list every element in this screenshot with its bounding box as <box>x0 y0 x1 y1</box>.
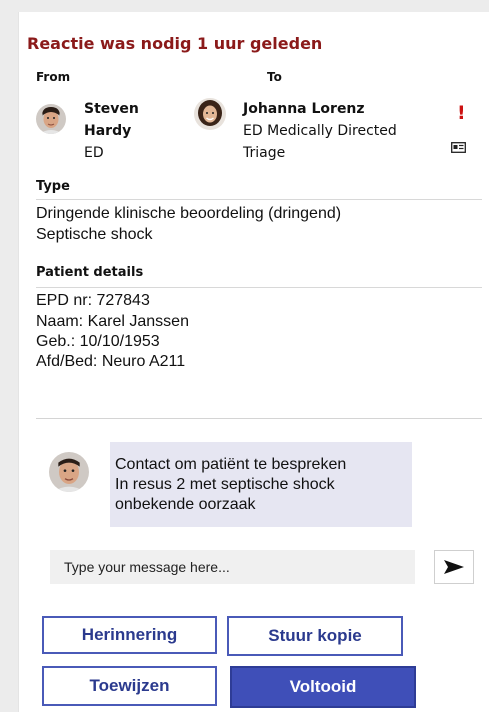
message-line: In resus 2 met septische shock <box>115 476 335 493</box>
patient-divider <box>36 287 482 288</box>
message-line: Contact om patiënt te bespreken <box>115 456 347 473</box>
response-due-title: Reactie was nodig 1 uur geleden <box>27 34 323 53</box>
assign-button[interactable]: Toewijzen <box>42 666 217 706</box>
type-title: Type <box>36 179 70 194</box>
type-line: Dringende klinische beoordeling (dringen… <box>36 205 342 222</box>
patient-line: Geb.: 10/10/1953 <box>36 333 160 350</box>
to-role-line2: Triage <box>243 145 286 161</box>
send-button[interactable] <box>434 550 474 584</box>
to-person: Johanna Lorenz ED Medically Directed Tri… <box>243 98 397 164</box>
task-card: Reactie was nodig 1 uur geleden From To … <box>18 12 489 712</box>
from-label: From <box>36 70 71 84</box>
from-name-last: Hardy <box>84 123 132 139</box>
id-card-icon[interactable] <box>451 138 466 157</box>
person-avatar-icon <box>49 452 89 492</box>
remind-button[interactable]: Herinnering <box>42 616 217 654</box>
to-avatar <box>194 98 226 130</box>
urgent-icon: ! <box>457 102 466 124</box>
from-department: ED <box>84 145 104 161</box>
conversation-divider <box>36 418 482 419</box>
complete-button[interactable]: Voltooid <box>230 666 416 708</box>
send-arrow-icon <box>444 560 464 574</box>
to-label: To <box>267 70 282 84</box>
to-name: Johanna Lorenz <box>243 101 365 117</box>
from-avatar <box>36 104 66 134</box>
message-bubble: Contact om patiënt te bespreken In resus… <box>110 442 412 527</box>
from-person: Steven Hardy ED <box>84 98 139 164</box>
send-copy-button[interactable]: Stuur kopie <box>227 616 403 656</box>
person-avatar-icon <box>194 98 226 130</box>
type-divider <box>36 199 482 200</box>
patient-details-title: Patient details <box>36 265 144 280</box>
patient-line: EPD nr: 727843 <box>36 292 150 309</box>
message-line: onbekende oorzaak <box>115 496 256 513</box>
patient-line: Naam: Karel Janssen <box>36 313 189 330</box>
person-avatar-icon <box>36 104 66 134</box>
message-input[interactable] <box>50 550 415 584</box>
to-role-line1: ED Medically Directed <box>243 123 397 139</box>
message-avatar <box>49 452 89 492</box>
type-line: Septische shock <box>36 226 153 243</box>
from-name-first: Steven <box>84 101 139 117</box>
patient-line: Afd/Bed: Neuro A211 <box>36 353 186 370</box>
